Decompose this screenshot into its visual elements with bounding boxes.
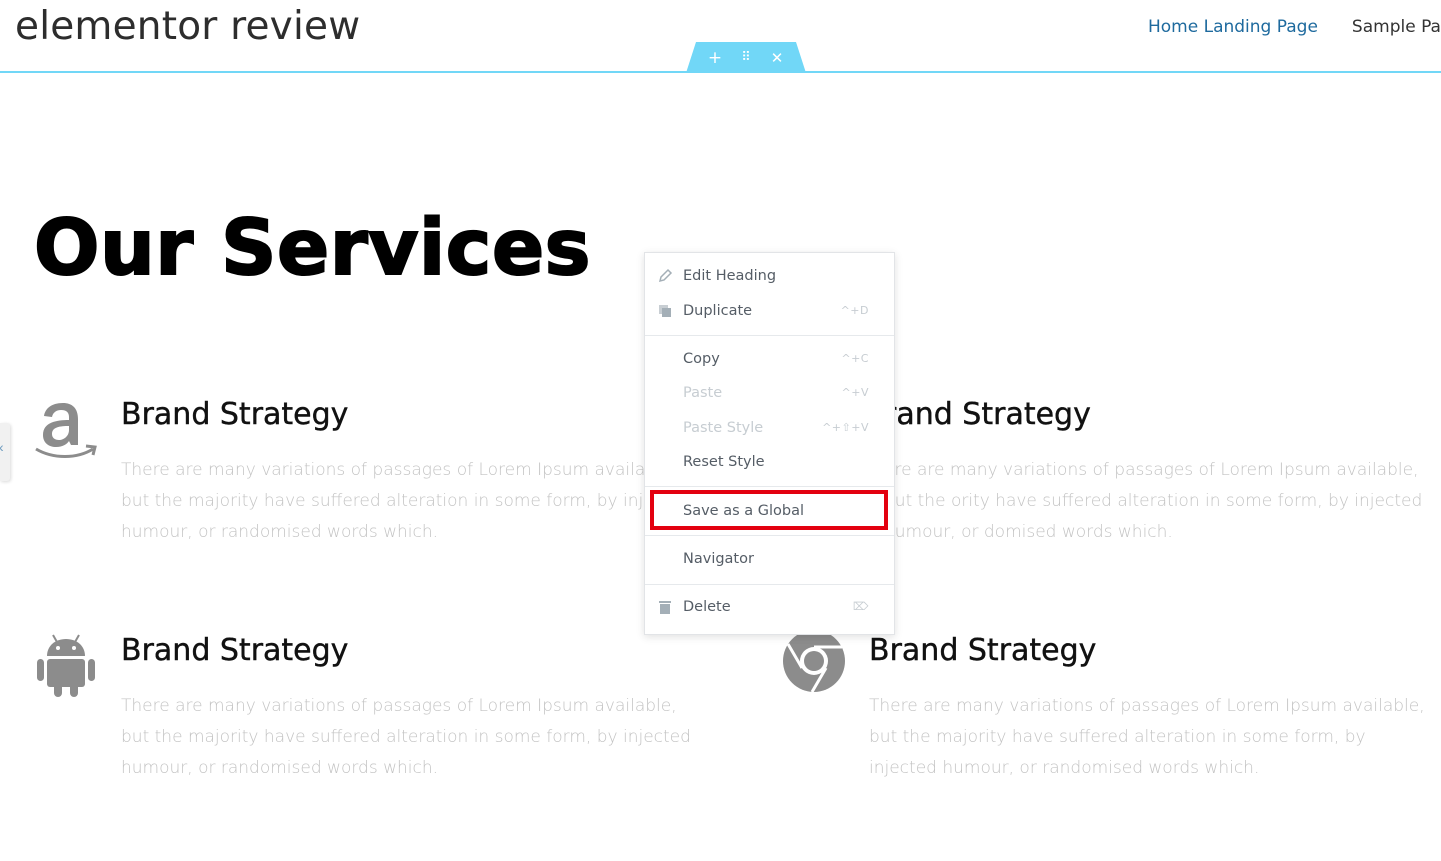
menu-divider bbox=[645, 335, 894, 336]
service-description: There are many variations of passages of… bbox=[121, 696, 691, 778]
menu-divider bbox=[645, 535, 894, 536]
top-nav: Home Landing Page Sample Pag bbox=[1148, 14, 1441, 40]
menu-divider bbox=[645, 486, 894, 487]
menu-item-paste-style[interactable]: Paste Style ^+⇧+V bbox=[645, 414, 894, 444]
menu-shortcut: ⌦ bbox=[852, 600, 869, 613]
menu-label: Copy bbox=[683, 351, 720, 367]
service-title: Brand Strategy bbox=[869, 633, 1097, 668]
chrome-icon bbox=[783, 633, 845, 693]
menu-label: Edit Heading bbox=[683, 268, 777, 284]
nav-home-landing-page[interactable]: Home Landing Page bbox=[1148, 14, 1318, 40]
menu-item-edit-heading[interactable]: Edit Heading bbox=[645, 262, 894, 292]
section-handle: + ⠿ ✕ bbox=[686, 42, 806, 73]
site-title[interactable]: elementor review bbox=[15, 4, 360, 49]
menu-label: Delete bbox=[683, 599, 731, 615]
menu-label: Reset Style bbox=[683, 454, 765, 470]
close-section-button[interactable]: ✕ bbox=[762, 45, 792, 71]
amazon-icon bbox=[35, 403, 97, 458]
menu-item-duplicate[interactable]: Duplicate ^+D bbox=[645, 297, 894, 327]
menu-item-paste[interactable]: Paste ^+V bbox=[645, 379, 894, 409]
services-heading[interactable]: Our Services bbox=[33, 203, 592, 294]
menu-shortcut: ^+D bbox=[840, 304, 869, 317]
menu-label: Navigator bbox=[683, 551, 754, 567]
menu-item-reset-style[interactable]: Reset Style bbox=[645, 448, 894, 478]
service-title: Brand Strategy bbox=[121, 633, 349, 668]
service-title: Brand Strategy bbox=[121, 397, 349, 432]
trash-icon bbox=[659, 601, 671, 614]
menu-shortcut: ^+V bbox=[841, 386, 869, 399]
add-section-button[interactable]: + bbox=[700, 45, 730, 71]
menu-item-navigator[interactable]: Navigator bbox=[645, 545, 894, 575]
pencil-icon bbox=[658, 268, 673, 283]
menu-item-delete[interactable]: Delete ⌦ bbox=[645, 593, 894, 623]
service-title: rand Strategy bbox=[884, 397, 1091, 432]
service-description: ere are many variations of passages of L… bbox=[884, 460, 1423, 542]
menu-label: Duplicate bbox=[683, 303, 753, 319]
service-description: There are many variations of passages of… bbox=[121, 460, 691, 542]
chevron-left-icon: ‹ bbox=[0, 439, 4, 455]
context-menu: Edit Heading Duplicate ^+D Copy ^+C Past… bbox=[644, 252, 895, 635]
service-description: There are many variations of passages of… bbox=[869, 696, 1425, 778]
nav-sample-page[interactable]: Sample Pag bbox=[1352, 14, 1441, 40]
menu-label: Paste Style bbox=[683, 420, 764, 436]
highlight-annotation bbox=[650, 490, 888, 530]
android-icon bbox=[37, 634, 95, 697]
menu-divider bbox=[645, 584, 894, 585]
duplicate-icon bbox=[659, 305, 671, 317]
drag-handle-icon[interactable]: ⠿ bbox=[731, 45, 761, 71]
menu-label: Paste bbox=[683, 385, 723, 401]
menu-shortcut: ^+⇧+V bbox=[822, 421, 869, 434]
panel-toggle-tab[interactable]: ‹ bbox=[0, 423, 10, 481]
menu-item-copy[interactable]: Copy ^+C bbox=[645, 345, 894, 375]
menu-shortcut: ^+C bbox=[841, 352, 869, 365]
